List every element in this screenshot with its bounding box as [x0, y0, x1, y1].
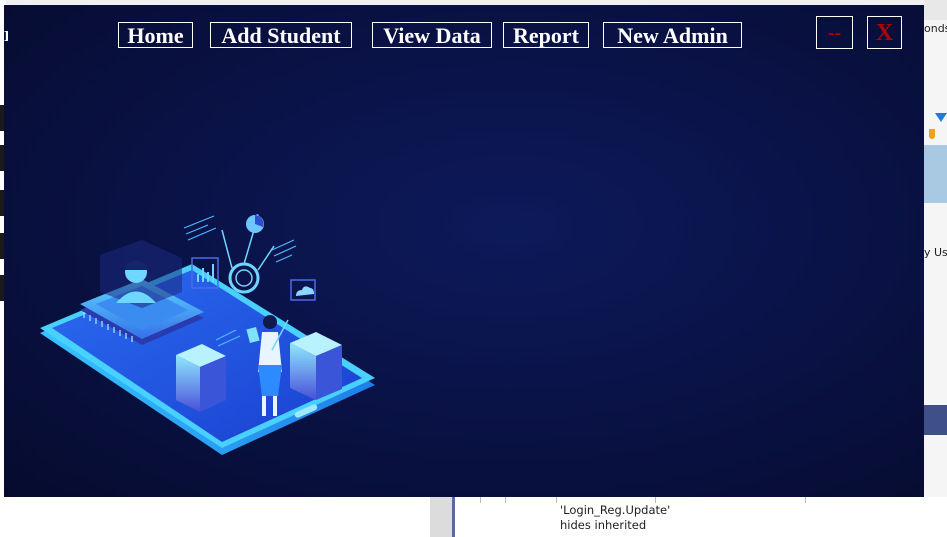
- data-cube-right: [290, 332, 342, 400]
- background-bottom-left: [0, 497, 430, 537]
- background-grid-line: [480, 497, 481, 503]
- data-cube-left: [176, 344, 226, 412]
- close-button[interactable]: X: [867, 16, 902, 49]
- minimize-button[interactable]: --: [816, 16, 853, 49]
- dropdown-arrow-icon: [935, 113, 947, 122]
- nav-item-clipped: r: [4, 22, 8, 48]
- background-bottom-divider: [430, 497, 452, 537]
- nav-new-admin-button[interactable]: New Admin: [603, 22, 742, 48]
- isometric-tech-illustration: [40, 214, 375, 455]
- cloud-icon: [296, 286, 314, 296]
- background-right-selection: [924, 145, 947, 203]
- background-right-label: y Us: [924, 246, 947, 259]
- bookmark-icon: [929, 129, 935, 139]
- nav-view-data-button[interactable]: View Data: [372, 22, 492, 48]
- nav-add-student-button[interactable]: Add Student: [210, 22, 352, 48]
- background-right-toolbar: [924, 0, 947, 20]
- background-grid-line: [556, 497, 557, 503]
- background-right-band: [924, 405, 947, 435]
- background-grid-line: [805, 497, 806, 503]
- app-window: r Home Add Student View Data Report New …: [4, 5, 924, 497]
- nav-report-button[interactable]: Report: [503, 22, 589, 48]
- background-grid-line: [505, 497, 506, 503]
- background-error-list-panel: [452, 497, 947, 537]
- nav-home-button[interactable]: Home: [118, 22, 193, 48]
- background-error-message: 'Login_Reg.Update' hides inherited: [560, 503, 671, 532]
- background-right-label: onds: [924, 22, 947, 35]
